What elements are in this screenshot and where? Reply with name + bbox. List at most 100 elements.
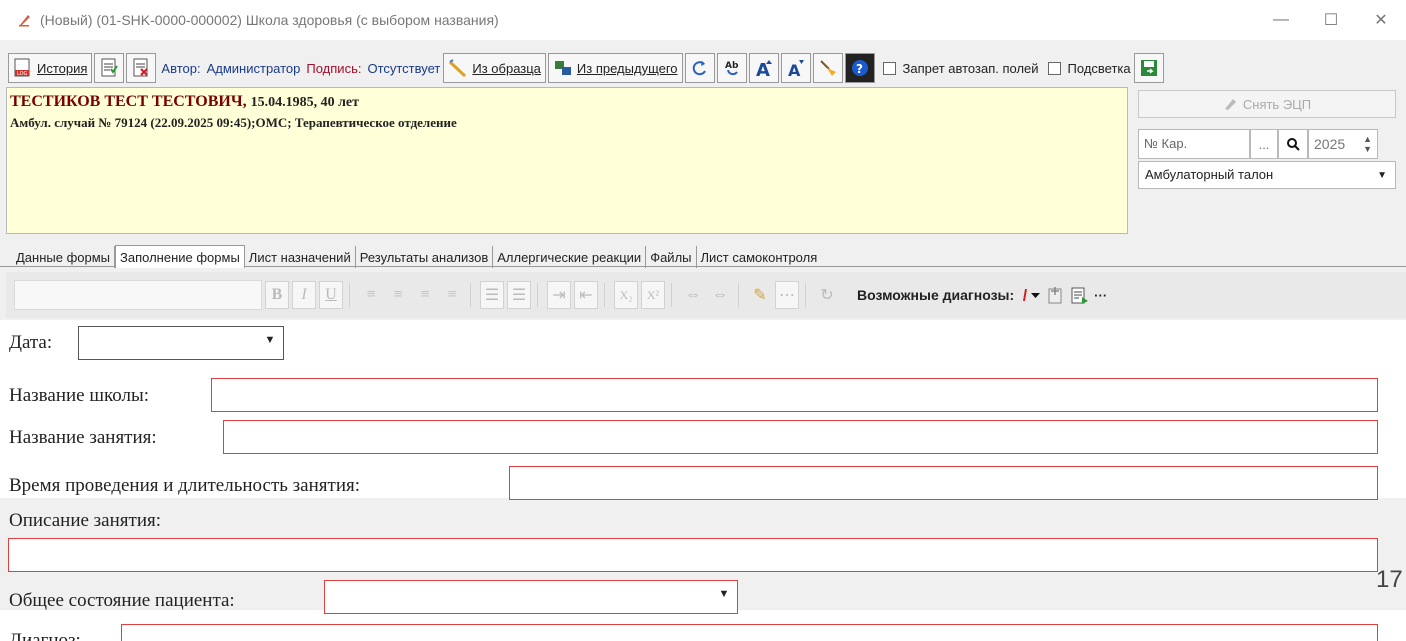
ban-autofill-checkbox[interactable]: [882, 61, 896, 75]
document-delete-button[interactable]: [126, 53, 157, 83]
minimize-button[interactable]: —: [1256, 0, 1306, 40]
align-right-icon[interactable]: ≡: [413, 281, 437, 309]
line-spacing-icon[interactable]: ⇔: [708, 281, 732, 309]
tab-allergic-reactions[interactable]: Аллергические реакции: [493, 246, 647, 268]
indent-increase-icon[interactable]: ⇥: [547, 281, 571, 309]
refresh-button[interactable]: [684, 53, 715, 83]
align-justify-icon[interactable]: ≡: [440, 281, 464, 309]
window-title: (Новый) (01-SHK-0000-000002) Школа здоро…: [40, 12, 499, 28]
document-type-value: Амбулаторный талон: [1145, 167, 1274, 182]
time-duration-field[interactable]: [509, 466, 1378, 500]
description-label: Описание занятия:: [9, 510, 162, 531]
form-tabs: Данные формы Заполнение формы Лист назна…: [12, 242, 821, 268]
tab-form-filling[interactable]: Заполнение формы: [115, 245, 245, 268]
diagnosis-dropdown-icon[interactable]: [1022, 285, 1042, 305]
tab-form-data[interactable]: Данные формы: [12, 246, 116, 268]
document-red-x-icon: [133, 58, 149, 77]
broom-icon: [819, 60, 836, 76]
diagnosis-field[interactable]: [121, 624, 1378, 641]
diagnosis-row: Диагноз:: [0, 624, 1378, 641]
card-search-button[interactable]: [1278, 129, 1308, 159]
remove-ecp-label: Снять ЭЦП: [1242, 96, 1312, 112]
highlight-checkbox[interactable]: [1047, 61, 1061, 75]
diagnosis-list-icon[interactable]: [1070, 285, 1090, 305]
spellcheck-button[interactable]: Ab: [716, 53, 747, 83]
patient-name-line: ТЕСТИКОВ ТЕСТ ТЕСТОВИЧ, 15.04.1985, 40 л…: [10, 93, 1127, 111]
time-row: Время проведения и длительность занятия:: [0, 466, 1378, 506]
tab-files[interactable]: Файлы: [646, 246, 697, 268]
remove-ecp-button[interactable]: Снять ЭЦП: [1138, 90, 1396, 118]
bullet-list-icon[interactable]: ☰: [480, 281, 504, 309]
font-increase-button[interactable]: A: [748, 53, 779, 83]
font-increase-icon: A: [756, 60, 772, 78]
separator: [604, 283, 605, 307]
maximize-button[interactable]: ☐: [1306, 0, 1356, 40]
save-button[interactable]: [1133, 53, 1164, 83]
tab-self-control[interactable]: Лист самоконтроля: [697, 246, 822, 268]
clear-button[interactable]: [812, 53, 843, 83]
time-label: Время проведения и длительность занятия:: [9, 475, 360, 496]
separator: [671, 283, 672, 307]
school-row: Название школы:: [0, 376, 1378, 416]
main-toolbar: LOG История Автор: Администратор Подпись…: [0, 49, 1406, 87]
date-row: Дата: ▼: [0, 323, 1378, 363]
page-number: 17: [1376, 566, 1403, 593]
school-label: Название школы:: [9, 385, 150, 406]
from-previous-button[interactable]: Из предыдущего: [547, 53, 683, 83]
editor-toolbar: B I U ≡ ≡ ≡ ≡ ☰ ☰ ⇥ ⇤ X₂ X² ⇔ ⇔ ✎ ⋯ ↻ Во…: [6, 272, 1406, 318]
spin-arrows-icon[interactable]: ▲ ▼: [1363, 134, 1372, 154]
close-button[interactable]: ✕: [1356, 0, 1406, 40]
history-button[interactable]: LOG История: [8, 53, 93, 83]
condition-label: Общее состояние пациента:: [9, 590, 235, 611]
add-diagnosis-icon[interactable]: [1046, 285, 1066, 305]
align-center-icon[interactable]: ≡: [386, 281, 410, 309]
lesson-name-field[interactable]: [223, 420, 1378, 454]
signature-remove-icon: [1224, 99, 1236, 110]
clear-format-icon[interactable]: ✎: [748, 281, 772, 309]
italic-button[interactable]: I: [292, 281, 316, 309]
from-sample-label: Из образца: [472, 60, 541, 76]
tab-analysis-results[interactable]: Результаты анализов: [356, 246, 494, 268]
help-icon: ?: [851, 60, 868, 76]
card-number-input[interactable]: № Кар.: [1138, 129, 1250, 159]
document-type-select[interactable]: Амбулаторный талон ▼: [1138, 161, 1396, 189]
more-diagnoses-button[interactable]: ···: [1094, 288, 1107, 303]
year-value: 2025: [1314, 136, 1346, 152]
help-button[interactable]: ?: [844, 53, 875, 83]
lesson-label: Название занятия:: [9, 427, 157, 448]
superscript-button[interactable]: X²: [641, 281, 665, 309]
from-sample-button[interactable]: Из образца: [443, 53, 546, 83]
signature-label: Подпись:: [306, 60, 362, 76]
log-icon: LOG: [14, 58, 30, 77]
signature-value: Отсутствует: [367, 60, 441, 76]
align-left-icon[interactable]: ≡: [359, 281, 383, 309]
indent-decrease-icon[interactable]: ⇤: [574, 281, 598, 309]
document-green-icon: [101, 58, 119, 77]
underline-button[interactable]: U: [319, 281, 343, 309]
card-browse-button[interactable]: ...: [1250, 129, 1278, 159]
history-label: История: [37, 60, 88, 76]
author-value: Администратор: [206, 60, 301, 76]
from-previous-label: Из предыдущего: [576, 60, 678, 76]
document-check-button[interactable]: [94, 53, 125, 83]
possible-diagnoses-label: Возможные диагнозы:: [857, 287, 1015, 303]
spacing-icon[interactable]: ⇔: [681, 281, 705, 309]
tab-prescriptions[interactable]: Лист назначений: [245, 246, 356, 268]
date-select[interactable]: ▼: [78, 326, 284, 360]
year-spinner[interactable]: 2025 ▲ ▼: [1308, 129, 1378, 159]
special-chars-icon[interactable]: ⋯: [775, 281, 799, 309]
font-decrease-button[interactable]: A: [780, 53, 811, 83]
svg-text:A: A: [788, 61, 801, 78]
font-selector[interactable]: [14, 280, 262, 310]
condition-select[interactable]: ▼: [324, 580, 738, 614]
font-decrease-icon: A: [788, 60, 804, 78]
bold-button[interactable]: B: [265, 281, 289, 309]
numbered-list-icon[interactable]: ☰: [507, 281, 531, 309]
previous-icon: [554, 61, 571, 75]
save-icon: [1140, 60, 1157, 76]
description-field[interactable]: [8, 538, 1378, 572]
spell-icon[interactable]: ↻: [815, 281, 839, 309]
school-name-field[interactable]: [211, 378, 1378, 412]
separator: [349, 283, 350, 307]
subscript-button[interactable]: X₂: [614, 281, 638, 309]
